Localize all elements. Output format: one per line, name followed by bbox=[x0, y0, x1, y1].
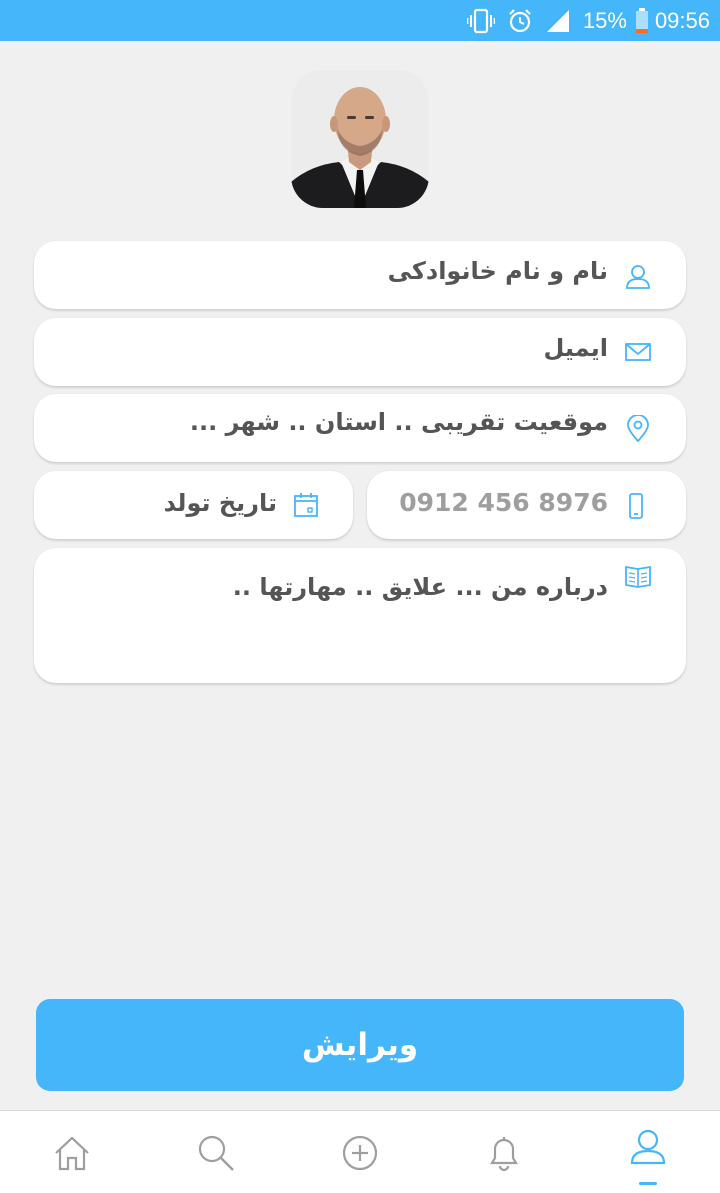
search-icon bbox=[198, 1135, 234, 1171]
clock: 09:56 bbox=[654, 7, 710, 33]
home-icon bbox=[55, 1136, 89, 1171]
status-bar: 15% 09:56 bbox=[0, 0, 720, 41]
bottom-nav bbox=[0, 1110, 720, 1193]
about-field[interactable]: درباره من ... علایق .. مهارتها .. bbox=[34, 548, 686, 683]
full-name-field[interactable]: نام و نام خانوادکی bbox=[34, 241, 686, 309]
location-pin-icon bbox=[627, 415, 649, 443]
alarm-icon bbox=[507, 0, 533, 41]
battery-percent: 15% bbox=[582, 7, 627, 33]
signal-icon bbox=[545, 0, 571, 41]
nav-item-profile[interactable] bbox=[576, 1111, 720, 1193]
email-placeholder: ایمیل bbox=[543, 334, 608, 362]
vibrate-icon bbox=[466, 0, 495, 41]
book-icon bbox=[625, 565, 651, 588]
location-field[interactable]: موقعیت تقریبی .. استان .. شهر ... bbox=[34, 394, 686, 462]
nav-item-home[interactable] bbox=[0, 1111, 144, 1193]
battery-icon bbox=[635, 7, 649, 34]
profile-icon bbox=[630, 1129, 666, 1165]
phone-placeholder: 0912 456 8976 bbox=[399, 488, 608, 517]
about-placeholder: درباره من ... علایق .. مهارتها .. bbox=[232, 573, 608, 601]
calendar-icon bbox=[294, 493, 318, 517]
profile-photo bbox=[291, 70, 429, 208]
birthdate-field[interactable]: تاریخ تولد bbox=[34, 471, 353, 539]
nav-item-search[interactable] bbox=[144, 1111, 288, 1193]
add-circle-icon bbox=[342, 1135, 378, 1171]
nav-item-notifications[interactable] bbox=[432, 1111, 576, 1193]
active-tab-indicator bbox=[639, 1182, 657, 1185]
mobile-phone-icon bbox=[629, 493, 643, 519]
full-name-placeholder: نام و نام خانوادکی bbox=[387, 257, 608, 285]
user-icon bbox=[626, 265, 650, 289]
nav-item-add[interactable] bbox=[288, 1111, 432, 1193]
edit-button[interactable]: ویرایش bbox=[36, 999, 684, 1091]
bell-icon bbox=[490, 1137, 518, 1172]
mail-icon bbox=[625, 343, 651, 361]
birthdate-placeholder: تاریخ تولد bbox=[163, 489, 277, 517]
avatar[interactable] bbox=[291, 70, 429, 208]
phone-field[interactable]: 0912 456 8976 bbox=[367, 471, 686, 539]
location-placeholder: موقعیت تقریبی .. استان .. شهر ... bbox=[189, 408, 608, 436]
email-field[interactable]: ایمیل bbox=[34, 318, 686, 386]
